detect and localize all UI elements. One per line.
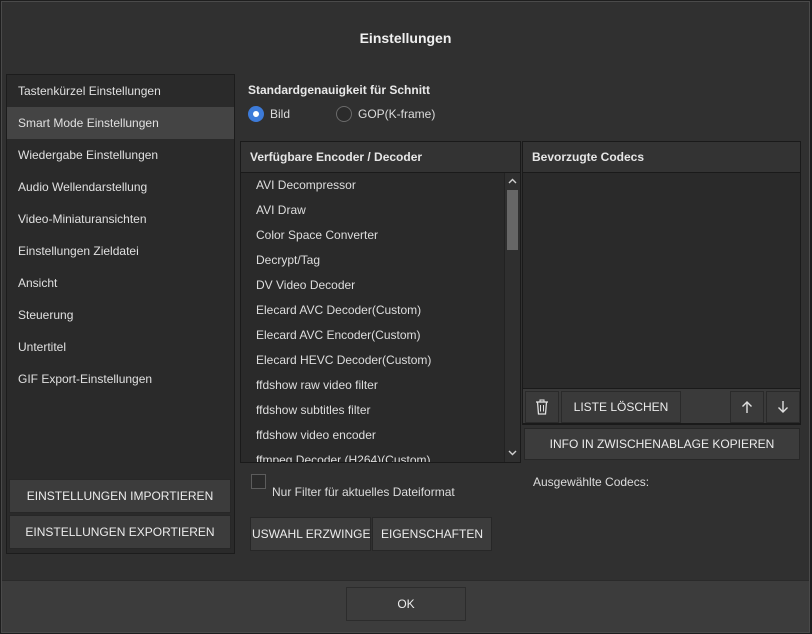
encoder-panel: Verfügbare Encoder / Decoder AVI Decompr… <box>240 141 521 463</box>
settings-dialog: Einstellungen Tastenkürzel Einstellungen… <box>1 1 810 633</box>
encoder-list-item[interactable]: ffdshow raw video filter <box>241 373 504 398</box>
arrow-up-icon[interactable] <box>730 391 764 423</box>
preferred-codecs-list <box>523 173 800 388</box>
encoder-panel-header: Verfügbare Encoder / Decoder <box>241 142 520 173</box>
radio-bild-label: Bild <box>270 107 291 121</box>
arrow-down-icon[interactable] <box>766 391 800 423</box>
radio-gop[interactable]: GOP(K-frame) <box>336 106 435 122</box>
sidebar-item[interactable]: GIF Export-Einstellungen <box>7 363 234 395</box>
sidebar-list: Tastenkürzel Einstellungen Smart Mode Ein… <box>7 75 234 395</box>
encoder-list: AVI Decompressor AVI Draw Color Space Conv… <box>241 173 504 462</box>
preferred-codecs-header: Bevorzugte Codecs <box>523 142 800 173</box>
radio-unselected-indicator <box>336 106 352 122</box>
radio-bild[interactable]: Bild <box>248 106 290 122</box>
sidebar-item[interactable]: Steuerung <box>7 299 234 331</box>
sidebar-item[interactable]: Smart Mode Einstellungen <box>7 107 234 139</box>
trash-icon[interactable] <box>525 391 559 423</box>
sidebar-item[interactable]: Tastenkürzel Einstellungen <box>7 75 234 107</box>
chevron-down-icon[interactable] <box>505 446 520 461</box>
settings-sidebar: Tastenkürzel Einstellungen Smart Mode Ein… <box>6 74 235 554</box>
sidebar-item[interactable]: Ansicht <box>7 267 234 299</box>
export-settings-button[interactable]: EINSTELLUNGEN EXPORTIEREN <box>9 515 231 549</box>
radio-gop-label: GOP(K-frame) <box>358 107 436 121</box>
filter-checkbox-label: Nur Filter für aktuelles Dateiformat <box>272 485 455 499</box>
chevron-up-icon[interactable] <box>505 174 520 189</box>
encoder-list-item[interactable]: ffmpeg Decoder (H264)(Custom) <box>241 448 504 462</box>
encoder-list-item[interactable]: AVI Draw <box>241 198 504 223</box>
radio-selected-indicator <box>248 106 264 122</box>
encoder-list-item[interactable]: Decrypt/Tag <box>241 248 504 273</box>
copy-info-button[interactable]: INFO IN ZWISCHENABLAGE KOPIEREN <box>524 428 800 460</box>
properties-button[interactable]: EIGENSCHAFTEN <box>372 517 492 551</box>
encoder-list-item[interactable]: Elecard AVC Decoder(Custom) <box>241 298 504 323</box>
encoder-list-item[interactable]: Color Space Converter <box>241 223 504 248</box>
preferred-codecs-panel: Bevorzugte Codecs LISTE LÖSCHEN <box>522 141 801 425</box>
encoder-list-item[interactable]: ffdshow subtitles filter <box>241 398 504 423</box>
filter-checkbox[interactable] <box>251 474 266 489</box>
sidebar-item[interactable]: Einstellungen Zieldatei <box>7 235 234 267</box>
import-settings-button[interactable]: EINSTELLUNGEN IMPORTIEREN <box>9 479 231 513</box>
accuracy-label: Standardgenauigkeit für Schnitt <box>248 83 431 97</box>
scrollbar-thumb[interactable] <box>507 190 518 250</box>
filter-checkbox-row[interactable]: Nur Filter für aktuelles Dateiformat <box>251 474 455 499</box>
dialog-title: Einstellungen <box>359 30 452 46</box>
dialog-footer: OK <box>2 580 809 632</box>
ok-button[interactable]: OK <box>346 587 466 621</box>
sidebar-item[interactable]: Video-Miniaturansichten <box>7 203 234 235</box>
sidebar-item[interactable]: Wiedergabe Einstellungen <box>7 139 234 171</box>
encoder-scrollbar[interactable] <box>504 173 520 462</box>
encoder-list-item[interactable]: Elecard HEVC Decoder(Custom) <box>241 348 504 373</box>
encoder-list-item[interactable]: AVI Decompressor <box>241 173 504 198</box>
encoder-list-item[interactable]: Elecard AVC Encoder(Custom) <box>241 323 504 348</box>
codec-toolbar: LISTE LÖSCHEN <box>523 388 800 424</box>
encoder-list-item[interactable]: DV Video Decoder <box>241 273 504 298</box>
selected-codecs-label: Ausgewählte Codecs: <box>533 475 650 489</box>
clear-list-button[interactable]: LISTE LÖSCHEN <box>561 391 681 423</box>
sidebar-item[interactable]: Untertitel <box>7 331 234 363</box>
sidebar-item[interactable]: Audio Wellendarstellung <box>7 171 234 203</box>
force-selection-button[interactable]: USWAHL ERZWINGEN <box>250 517 371 551</box>
encoder-list-item[interactable]: ffdshow video encoder <box>241 423 504 448</box>
